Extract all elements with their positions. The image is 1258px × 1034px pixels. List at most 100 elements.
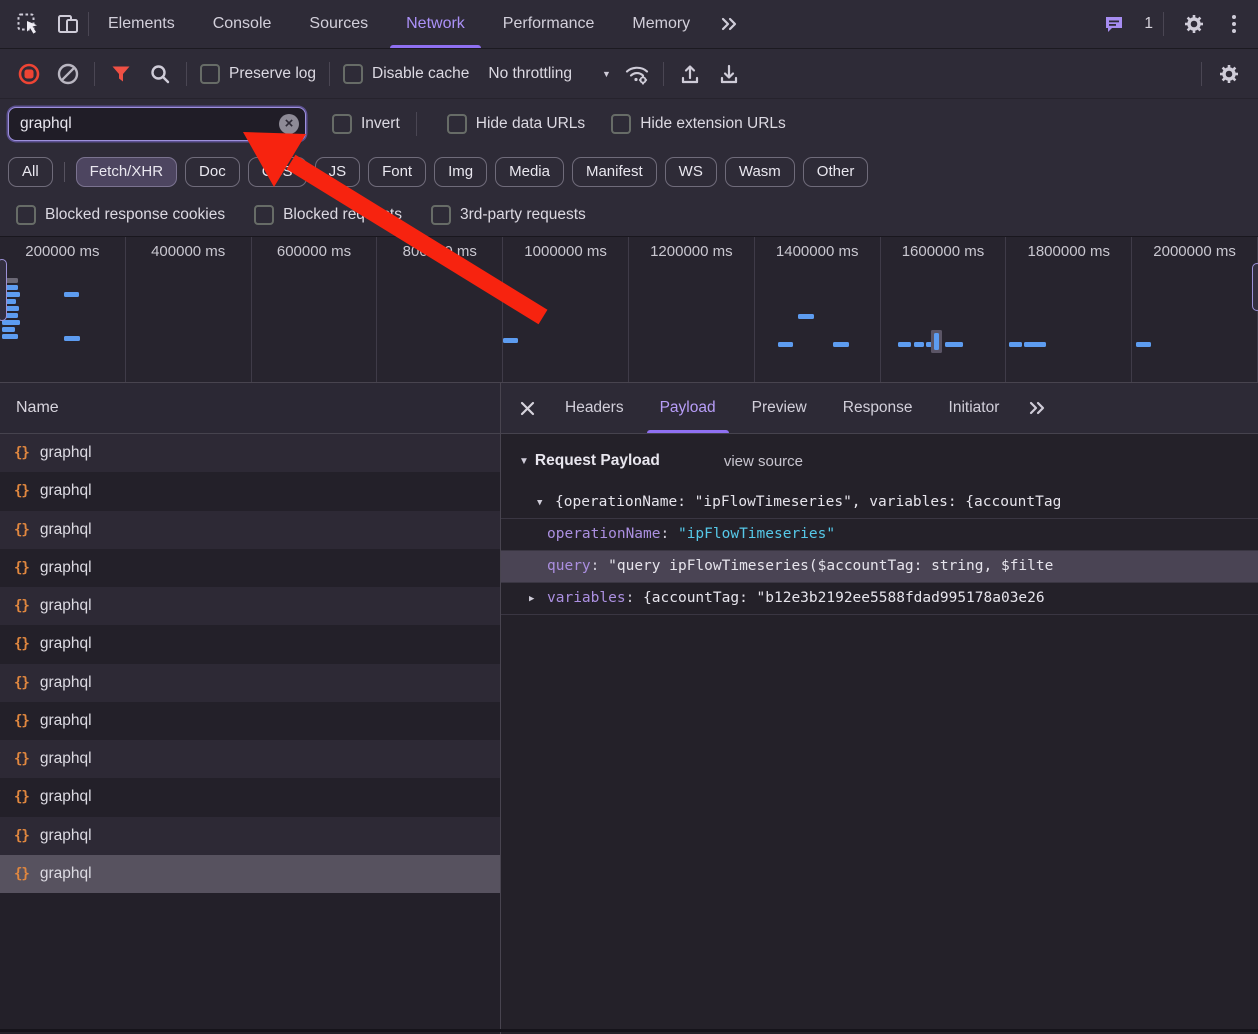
request-name: graphql <box>40 482 92 500</box>
request-row[interactable]: {}graphql <box>0 855 500 893</box>
hide-data-urls-checkbox[interactable]: Hide data URLs <box>447 114 585 134</box>
request-row[interactable]: {}graphql <box>0 702 500 740</box>
disclosure-triangle-icon[interactable]: ▼ <box>537 488 555 518</box>
blocked-requests-checkbox[interactable]: Blocked requests <box>254 205 402 225</box>
tab-console[interactable]: Console <box>194 0 291 48</box>
chip-manifest[interactable]: Manifest <box>572 157 657 187</box>
request-list: {}graphql{}graphql{}graphql{}graphql{}gr… <box>0 434 500 1034</box>
tab-performance[interactable]: Performance <box>484 0 614 48</box>
divider <box>94 62 95 86</box>
checkbox[interactable] <box>447 114 467 134</box>
network-overview-timeline[interactable]: 200000 ms400000 ms600000 ms800000 ms1000… <box>0 237 1258 383</box>
request-name: graphql <box>40 559 92 577</box>
payload-preview-row[interactable]: ▼{operationName: "ipFlowTimeseries", var… <box>501 487 1258 518</box>
checkbox[interactable] <box>332 114 352 134</box>
request-row[interactable]: {}graphql <box>0 778 500 816</box>
clear-network-log-icon[interactable] <box>55 61 81 87</box>
request-row[interactable]: {}graphql <box>0 549 500 587</box>
timeline-columns: 200000 ms400000 ms600000 ms800000 ms1000… <box>0 237 1258 382</box>
chip-all[interactable]: All <box>8 157 53 187</box>
invert-label: Invert <box>361 115 400 133</box>
timeline-request-bar <box>898 342 911 347</box>
checkbox[interactable] <box>16 205 36 225</box>
filter-funnel-icon[interactable] <box>108 61 134 87</box>
checkbox[interactable] <box>431 205 451 225</box>
filter-input[interactable] <box>8 107 306 141</box>
chip-wasm[interactable]: Wasm <box>725 157 795 187</box>
blocked-response-cookies-label: Blocked response cookies <box>45 206 225 224</box>
invert-checkbox[interactable]: Invert <box>332 114 400 134</box>
blocked-response-cookies-checkbox[interactable]: Blocked response cookies <box>16 205 225 225</box>
tab-elements[interactable]: Elements <box>89 0 194 48</box>
request-row[interactable]: {}graphql <box>0 587 500 625</box>
payload-row-variables[interactable]: ▶variables: {accountTag: "b12e3b2192ee55… <box>501 582 1258 615</box>
chip-media[interactable]: Media <box>495 157 564 187</box>
detail-tab-response[interactable]: Response <box>825 383 931 433</box>
more-tabs-chevron-icon[interactable] <box>712 7 746 41</box>
tab-memory[interactable]: Memory <box>613 0 709 48</box>
fetch-xhr-icon: {} <box>14 675 29 691</box>
request-row[interactable]: {}graphql <box>0 664 500 702</box>
hide-extension-urls-checkbox[interactable]: Hide extension URLs <box>611 114 786 134</box>
close-detail-icon[interactable] <box>507 383 547 433</box>
colon: : <box>626 590 643 606</box>
import-har-icon[interactable] <box>677 61 703 87</box>
detail-tab-preview[interactable]: Preview <box>734 383 825 433</box>
detail-tab-payload[interactable]: Payload <box>642 383 734 433</box>
more-detail-tabs-chevron-icon[interactable] <box>1027 398 1047 418</box>
chip-ws[interactable]: WS <box>665 157 717 187</box>
payload-key: query <box>547 558 591 574</box>
network-conditions-icon[interactable] <box>624 61 650 87</box>
chip-other[interactable]: Other <box>803 157 869 187</box>
payload-value: "query ipFlowTimeseries($accountTag: str… <box>608 558 1053 574</box>
preserve-log-checkbox[interactable]: Preserve log <box>200 64 316 84</box>
chip-doc[interactable]: Doc <box>185 157 240 187</box>
payload-panel: ▼ Request Payload view source ▼{operatio… <box>501 434 1258 1034</box>
checkbox[interactable] <box>200 64 220 84</box>
checkbox[interactable] <box>254 205 274 225</box>
timeline-column: 1600000 ms <box>881 237 1007 382</box>
settings-gear-icon[interactable] <box>1177 7 1211 41</box>
network-settings-gear-icon[interactable] <box>1216 61 1242 87</box>
disclosure-triangle-icon[interactable]: ▼ <box>519 456 529 467</box>
detail-tab-headers[interactable]: Headers <box>547 383 642 433</box>
chip-font[interactable]: Font <box>368 157 426 187</box>
request-row[interactable]: {}graphql <box>0 434 500 472</box>
tab-sources[interactable]: Sources <box>290 0 387 48</box>
search-icon[interactable] <box>147 61 173 87</box>
timeline-request-bar <box>2 327 15 332</box>
detail-tab-initiator[interactable]: Initiator <box>931 383 1018 433</box>
chip-js[interactable]: JS <box>315 157 361 187</box>
request-row[interactable]: {}graphql <box>0 740 500 778</box>
clear-filter-icon[interactable]: × <box>279 114 299 134</box>
request-row[interactable]: {}graphql <box>0 511 500 549</box>
name-column-header[interactable]: Name <box>0 383 500 434</box>
payload-row-query[interactable]: query: "query ipFlowTimeseries($accountT… <box>501 550 1258 582</box>
request-row[interactable]: {}graphql <box>0 817 500 855</box>
export-har-icon[interactable] <box>716 61 742 87</box>
tab-network[interactable]: Network <box>387 0 484 48</box>
timeline-request-bar <box>503 338 518 343</box>
payload-row-operationname[interactable]: operationName: "ipFlowTimeseries" <box>501 518 1258 550</box>
throttling-select[interactable]: No throttling ▼ <box>488 65 611 83</box>
request-row[interactable]: {}graphql <box>0 472 500 510</box>
checkbox[interactable] <box>611 114 631 134</box>
third-party-requests-checkbox[interactable]: 3rd-party requests <box>431 205 586 225</box>
view-source-link[interactable]: view source <box>724 453 803 470</box>
timeline-grip-right[interactable] <box>1252 263 1258 311</box>
disclosure-triangle-icon[interactable]: ▶ <box>529 584 547 615</box>
request-payload-section[interactable]: ▼ Request Payload view source <box>501 444 1258 478</box>
menu-kebab-icon[interactable] <box>1224 11 1244 37</box>
device-toolbar-icon[interactable] <box>51 7 85 41</box>
inspect-element-icon[interactable] <box>11 7 45 41</box>
issues-icon[interactable] <box>1097 7 1131 41</box>
record-network-log-button[interactable] <box>16 61 42 87</box>
checkbox[interactable] <box>343 64 363 84</box>
chip-img[interactable]: Img <box>434 157 487 187</box>
disable-cache-checkbox[interactable]: Disable cache <box>343 64 469 84</box>
chip-css[interactable]: CSS <box>248 157 307 187</box>
request-row[interactable]: {}graphql <box>0 625 500 663</box>
timeline-grip-left[interactable] <box>0 259 7 321</box>
timeline-request-bar <box>945 342 963 347</box>
chip-fetch-xhr[interactable]: Fetch/XHR <box>76 157 177 187</box>
